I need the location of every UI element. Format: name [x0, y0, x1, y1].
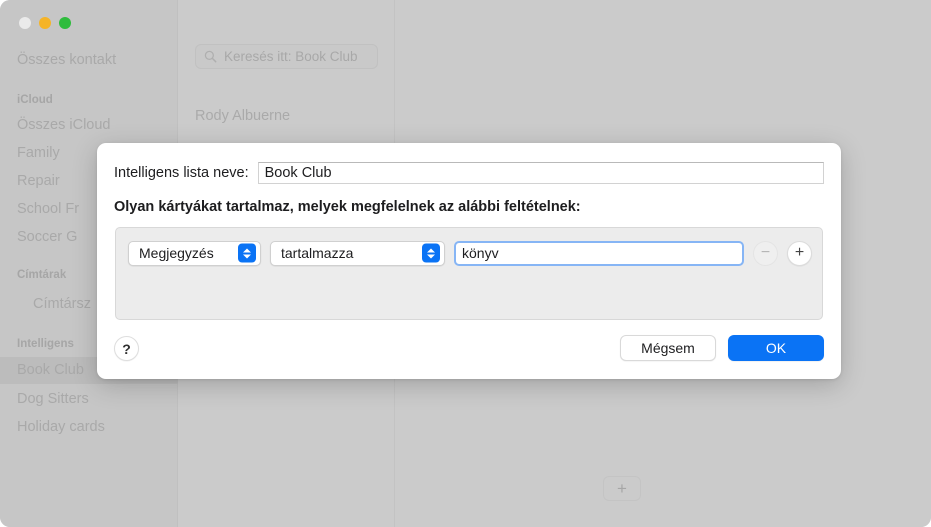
chevron-updown-icon [238, 243, 256, 263]
add-contact-button[interactable]: + [603, 476, 641, 501]
maximize-window-icon[interactable] [59, 17, 71, 29]
window-traffic-lights [19, 17, 71, 29]
smart-list-name-row: Intelligens lista neve: [114, 161, 824, 184]
remove-rule-button[interactable]: − [753, 240, 778, 266]
search-icon [204, 50, 217, 63]
sidebar-item-all-contacts[interactable]: Összes kontakt [0, 47, 178, 74]
sidebar-item-all-icloud[interactable]: Összes iCloud [0, 112, 178, 139]
chevron-updown-icon [422, 243, 440, 263]
criteria-description: Olyan kártyákat tartalmaz, melyek megfel… [114, 199, 581, 215]
rule-predicate-value: tartalmazza [281, 245, 354, 261]
add-rule-button[interactable]: + [787, 240, 812, 266]
rules-panel: Megjegyzés tartalmazza − + [115, 227, 823, 320]
close-window-icon[interactable] [19, 17, 31, 29]
help-button[interactable]: ? [114, 336, 139, 361]
minus-icon: − [760, 244, 771, 261]
question-mark-icon: ? [122, 340, 131, 357]
minimize-window-icon[interactable] [39, 17, 51, 29]
ok-button-label: OK [765, 340, 787, 356]
list-item[interactable]: Rody Albuerne [195, 108, 290, 124]
search-input[interactable]: Keresés itt: Book Club [195, 44, 378, 69]
sidebar-item-holiday-cards[interactable]: Holiday cards [0, 414, 178, 441]
plus-icon: + [617, 479, 627, 498]
search-placeholder: Keresés itt: Book Club [224, 49, 358, 64]
smart-list-dialog: Intelligens lista neve: Olyan kártyákat … [97, 143, 841, 379]
cancel-button-label: Mégsem [641, 340, 695, 356]
rule-predicate-dropdown[interactable]: tartalmazza [270, 240, 445, 266]
rule-attribute-dropdown[interactable]: Megjegyzés [128, 240, 261, 266]
sidebar-group-icloud: iCloud [17, 94, 53, 106]
dialog-footer-buttons: Mégsem OK [620, 335, 824, 361]
app-root: Összes kontakt iCloud Összes iCloud Fami… [0, 0, 931, 527]
ok-button[interactable]: OK [728, 335, 824, 361]
rule-attribute-value: Megjegyzés [139, 245, 214, 261]
cancel-button[interactable]: Mégsem [620, 335, 716, 361]
rule-value-input[interactable] [454, 240, 744, 266]
plus-icon: + [794, 244, 805, 261]
sidebar-item-dog-sitters[interactable]: Dog Sitters [0, 386, 178, 413]
rule-row: Megjegyzés tartalmazza − + [128, 240, 812, 266]
smart-list-name-label: Intelligens lista neve: [114, 164, 249, 181]
smart-list-name-input[interactable] [257, 161, 824, 184]
